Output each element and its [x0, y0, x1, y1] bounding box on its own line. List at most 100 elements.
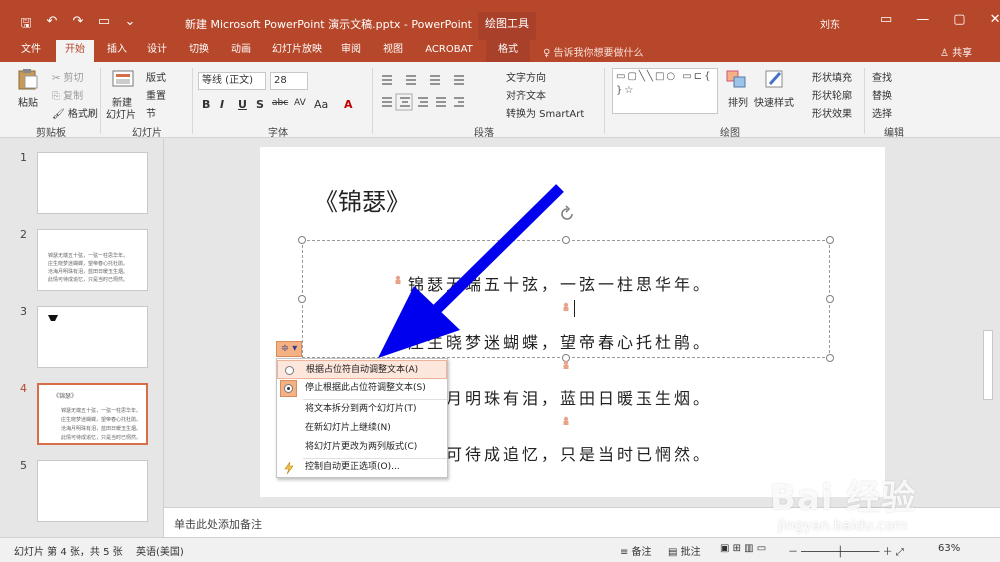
- tab-acrobat[interactable]: ACROBAT: [418, 40, 480, 62]
- view-buttons[interactable]: ▣ ⊞ ▥ ▭: [720, 543, 766, 554]
- font-color-button[interactable]: A: [344, 98, 353, 111]
- tab-design[interactable]: 设计: [140, 40, 174, 62]
- bold-button[interactable]: B: [202, 98, 210, 111]
- baidu-watermark-url: jingyan.baidu.com: [778, 518, 908, 534]
- comments-toggle[interactable]: ▤ 批注: [668, 543, 701, 558]
- tab-slideshow[interactable]: 幻灯片放映: [266, 40, 328, 62]
- continue-new-slide-menu-item[interactable]: 在新幻灯片上继续(N): [277, 419, 447, 438]
- shapes-gallery[interactable]: ▭▢╲╲□○ ▭⊏{ }☆: [612, 68, 718, 114]
- quick-styles-button[interactable]: 快速样式: [754, 94, 794, 109]
- italic-button[interactable]: I: [220, 98, 224, 111]
- strikethrough-button[interactable]: abc: [272, 98, 288, 108]
- ribbon-tabs: 文件 开始 插入 设计 切换 动画 幻灯片放映 审阅 视图 ACROBAT 格式…: [0, 40, 1000, 62]
- poem-line-4[interactable]: 此情可待成追忆，只是当时已惘然。: [408, 441, 712, 465]
- tell-me-search[interactable]: ♀ 告诉我你想要做什么: [543, 44, 644, 59]
- text-shadow-button[interactable]: S: [256, 98, 264, 111]
- group-label-drawing: 绘图: [720, 128, 740, 139]
- zoom-level[interactable]: 63%: [938, 543, 960, 554]
- group-separator: [192, 68, 193, 134]
- slide-number: 1: [20, 151, 27, 164]
- group-separator: [100, 68, 101, 134]
- resize-handle[interactable]: [826, 354, 834, 362]
- cut-button[interactable]: ✂ 剪切: [52, 69, 84, 84]
- resize-handle[interactable]: [298, 295, 306, 303]
- shape-outline-button[interactable]: 形状轮廓: [812, 87, 852, 102]
- tab-transitions[interactable]: 切换: [182, 40, 216, 62]
- copy-button[interactable]: ⎘ 复制: [52, 87, 83, 102]
- autofit-options-menu: 根据占位符自动调整文本(A) 停止根据此占位符调整文本(S) 将文本拆分到两个幻…: [276, 358, 448, 478]
- tab-format[interactable]: 格式: [486, 40, 530, 62]
- autocorrect-options-menu-item[interactable]: 控制自动更正选项(O)...: [277, 458, 447, 477]
- section-button[interactable]: 节: [146, 105, 156, 120]
- find-button[interactable]: 查找: [872, 69, 892, 84]
- slide-number: 3: [20, 305, 27, 318]
- minimize-icon[interactable]: —: [916, 12, 929, 27]
- tab-review[interactable]: 审阅: [334, 40, 368, 62]
- group-label-clipboard: 剪贴板: [36, 128, 66, 139]
- char-spacing-button[interactable]: AV: [294, 98, 306, 108]
- baidu-watermark: Bai 经验: [770, 478, 917, 518]
- user-name[interactable]: 刘东: [820, 16, 840, 31]
- tab-home[interactable]: 开始: [56, 40, 94, 62]
- split-text-menu-item[interactable]: 将文本拆分到两个幻灯片(T): [277, 400, 447, 419]
- font-name-dropdown[interactable]: 等线 (正文): [198, 72, 266, 90]
- replace-button[interactable]: 替换: [872, 87, 892, 102]
- select-button[interactable]: 选择: [872, 105, 892, 120]
- slide-thumbnail-4[interactable]: 《锦瑟》 锦瑟无端五十弦，一弦一柱思华年。 庄生晓梦迷蝴蝶，望帝春心托杜鹃。 沧…: [37, 383, 148, 445]
- resize-handle[interactable]: [826, 295, 834, 303]
- menu-item-label: 将文本拆分到两个幻灯片(T): [305, 404, 417, 414]
- resize-handle[interactable]: [826, 236, 834, 244]
- paragraph-tools-icon: [382, 75, 464, 111]
- two-column-menu-item[interactable]: 将幻灯片更改为两列版式(C): [277, 438, 447, 457]
- slide-thumbnail-2[interactable]: 锦瑟无端五十弦，一弦一柱思华年。 庄生晓梦迷蝴蝶，望帝春心托杜鹃。 沧海月明珠有…: [37, 229, 148, 291]
- thumb-text-line: 锦瑟无端五十弦，一弦一柱思华年。: [48, 253, 129, 259]
- arrange-button[interactable]: 排列: [728, 94, 748, 109]
- shape-effects-button[interactable]: 形状效果: [812, 105, 852, 120]
- thumb-graphic-icon: [48, 315, 58, 321]
- font-size-dropdown[interactable]: 28: [270, 72, 308, 90]
- drawing-tools-context: 绘图工具: [478, 12, 536, 40]
- autofit-options-button[interactable]: ≑ ▾: [276, 341, 302, 357]
- tab-insert[interactable]: 插入: [100, 40, 134, 62]
- align-text-button[interactable]: 对齐文本: [506, 87, 546, 102]
- shape-fill-button[interactable]: 形状填充: [812, 69, 852, 84]
- format-painter-button[interactable]: 🖌 格式刷: [52, 105, 98, 120]
- save-icon[interactable]: 🖫: [18, 14, 34, 36]
- ribbon-display-icon[interactable]: ▭: [880, 12, 892, 27]
- zoom-slider[interactable]: － ──────┼────── ＋ ⤢: [788, 543, 904, 558]
- language-indicator[interactable]: 英语(美国): [136, 543, 184, 558]
- slide-thumbnail-3[interactable]: [37, 306, 148, 368]
- blue-annotation-arrow-icon: [378, 184, 564, 358]
- layout-button[interactable]: 版式: [146, 69, 166, 84]
- reset-button[interactable]: 重置: [146, 87, 166, 102]
- underline-button[interactable]: U: [238, 98, 247, 111]
- poem-line-3[interactable]: 沧海月明珠有泪，蓝田日暖玉生烟。: [408, 385, 712, 409]
- menu-item-label: 在新幻灯片上继续(N): [305, 423, 391, 433]
- menu-item-label: 停止根据此占位符调整文本(S): [305, 383, 426, 393]
- slide-thumbnail-5[interactable]: [37, 460, 148, 522]
- paste-button[interactable]: 粘贴: [18, 94, 38, 109]
- tab-view[interactable]: 视图: [376, 40, 410, 62]
- tab-file[interactable]: 文件: [14, 40, 48, 62]
- share-button[interactable]: ♙ 共享: [940, 44, 972, 59]
- scrollbar-thumb[interactable]: [983, 330, 993, 400]
- maximize-icon[interactable]: ▢: [953, 12, 965, 27]
- slide-counter: 幻灯片 第 4 张，共 5 张: [14, 547, 123, 558]
- tab-animations[interactable]: 动画: [224, 40, 258, 62]
- change-case-button[interactable]: Aa: [314, 98, 328, 111]
- stop-autofit-menu-item[interactable]: 停止根据此占位符调整文本(S): [277, 379, 447, 398]
- text-direction-button[interactable]: 文字方向: [506, 69, 546, 84]
- thumb-text-line: 《锦瑟》: [53, 393, 78, 400]
- slide-thumbnail-1[interactable]: [37, 152, 148, 214]
- group-separator: [864, 68, 865, 134]
- vertical-scrollbar[interactable]: [978, 139, 1000, 507]
- close-icon[interactable]: ✕: [990, 12, 1000, 27]
- redo-icon[interactable]: ↷: [70, 14, 86, 36]
- notes-toggle[interactable]: ≡ 备注: [620, 543, 652, 558]
- resize-handle[interactable]: [298, 236, 306, 244]
- present-icon[interactable]: ▭: [96, 14, 112, 36]
- undo-icon[interactable]: ↶: [44, 14, 60, 36]
- convert-smartart-button[interactable]: 转换为 SmartArt: [506, 105, 584, 120]
- ribbon-home: 粘贴 ✂ 剪切 ⎘ 复制 🖌 格式刷 剪贴板 新建 幻灯片 版式 重置 节 幻灯…: [0, 62, 1000, 139]
- customize-icon[interactable]: ⌄: [122, 14, 138, 36]
